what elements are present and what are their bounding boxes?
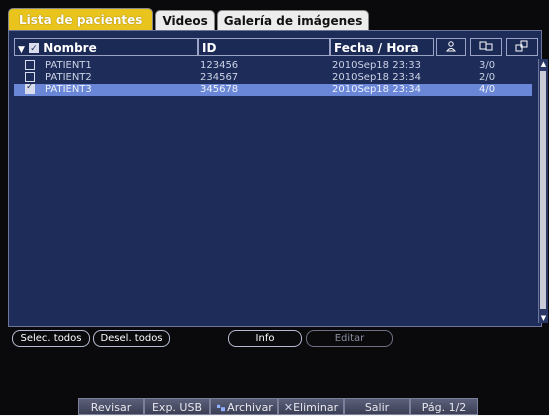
table-row[interactable]: PATIENT1 123456 2010Sep18 23:33 3/0 (14, 60, 532, 72)
delete-button[interactable]: ✕Eliminar (278, 398, 344, 415)
column-header-id-label: ID (202, 41, 217, 55)
info-button[interactable]: Info (228, 330, 302, 347)
patient-table: PATIENT1 123456 2010Sep18 23:33 3/0 PATI… (14, 60, 532, 96)
column-header-image[interactable] (470, 38, 502, 56)
column-header-id[interactable]: ID (198, 38, 330, 56)
person-icon (445, 41, 457, 52)
sort-down-icon[interactable]: ▼ (18, 45, 25, 55)
column-header-date-label: Fecha / Hora (334, 41, 419, 55)
scrollbar-thumb[interactable] (540, 71, 546, 309)
select-all-checkbox[interactable] (29, 40, 40, 58)
archive-icon (217, 404, 226, 412)
row-checkbox-checked[interactable] (25, 81, 35, 94)
tab-image-gallery[interactable]: Galería de imágenes (216, 10, 370, 31)
table-row-selected[interactable]: PATIENT3 345678 2010Sep18 23:34 4/0 (14, 81, 532, 96)
exit-button[interactable]: Salir (344, 398, 410, 415)
review-button[interactable]: Revisar (78, 398, 144, 415)
tab-bar: Lista de pacientes Videos Galería de imá… (8, 8, 371, 31)
patient-id: 234567 (200, 72, 239, 83)
column-header-person[interactable] (436, 38, 466, 56)
row-checkbox[interactable] (25, 60, 35, 70)
image-icon (479, 41, 493, 51)
patient-name: PATIENT2 (45, 72, 92, 83)
patient-date: 2010Sep18 23:33 (332, 60, 422, 71)
tab-patient-list[interactable]: Lista de pacientes (8, 8, 154, 31)
archive-label: Archivar (227, 401, 273, 414)
select-all-button[interactable]: Selec. todos (12, 330, 90, 347)
bottom-toolbar: Revisar Exp. USB Archivar ✕Eliminar Sali… (78, 398, 478, 415)
patient-count: 2/0 (479, 72, 496, 83)
column-header-date[interactable]: Fecha / Hora (330, 38, 434, 56)
scrollbar[interactable]: ▲ ▼ (538, 59, 548, 323)
close-icon: ✕ (283, 401, 294, 414)
patient-date: 2010Sep18 23:34 (332, 72, 422, 83)
scroll-down-icon[interactable]: ▼ (539, 313, 548, 323)
column-header-name-label: Nombre (43, 41, 97, 55)
edit-button[interactable]: Editar (306, 330, 393, 347)
archive-button[interactable]: Archivar (210, 398, 278, 415)
patient-date: 2010Sep18 23:34 (332, 84, 422, 95)
usb-export-button[interactable]: Exp. USB (144, 398, 210, 415)
patient-name: PATIENT3 (45, 84, 92, 95)
patient-name: PATIENT1 (45, 60, 92, 71)
column-header-gallery[interactable] (506, 38, 538, 56)
delete-label: Eliminar (293, 401, 339, 414)
screen: Lista de pacientes Videos Galería de imá… (0, 0, 549, 415)
page-indicator-button[interactable]: Pág. 1/2 (410, 398, 478, 415)
column-header-name[interactable]: ▼ Nombre (14, 38, 198, 58)
deselect-all-button[interactable]: Desel. todos (93, 330, 170, 347)
patient-count: 4/0 (479, 84, 496, 95)
tab-videos[interactable]: Videos (155, 10, 215, 31)
scroll-up-icon[interactable]: ▲ (539, 59, 548, 69)
patient-count: 3/0 (479, 60, 496, 71)
patient-id: 345678 (200, 84, 239, 95)
gallery-icon (515, 40, 528, 52)
table-row[interactable]: PATIENT2 234567 2010Sep18 23:34 2/0 (14, 72, 532, 84)
patient-id: 123456 (200, 60, 239, 71)
